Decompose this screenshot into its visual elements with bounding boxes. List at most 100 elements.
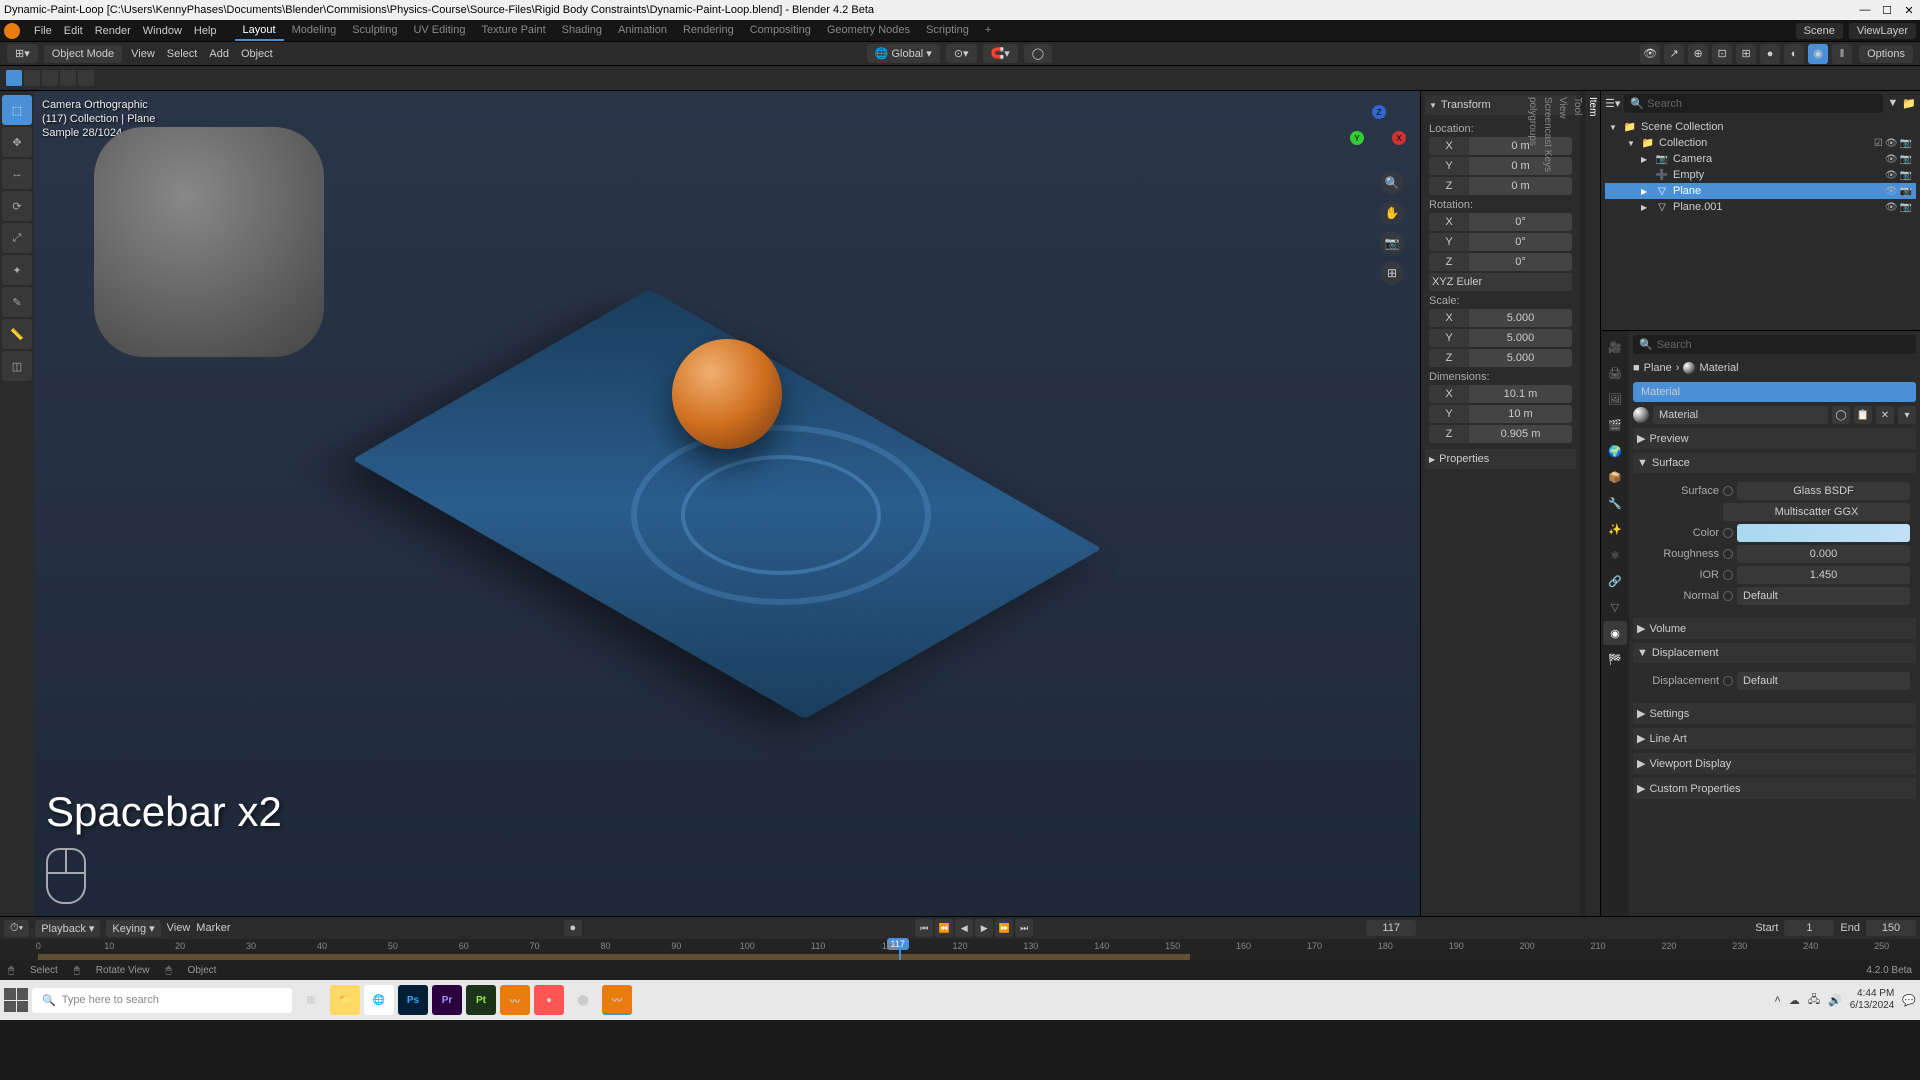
select-mode-invert[interactable] [60, 70, 76, 86]
outliner-display-mode[interactable]: ☰▾ [1605, 97, 1620, 110]
tree-scene-collection[interactable]: ▼📁Scene Collection [1605, 119, 1916, 135]
npanel-tab-screencast[interactable]: Screencast Keys [1540, 91, 1555, 916]
gizmo-toggle[interactable]: ↗ [1664, 44, 1684, 64]
proptab-material[interactable]: ◉ [1603, 621, 1627, 645]
tray-onedrive-icon[interactable]: ☁ [1789, 994, 1800, 1007]
material-unlink-button[interactable]: ✕ [1876, 406, 1894, 424]
app-icon[interactable]: ● [534, 985, 564, 1015]
play-reverse[interactable]: ◀ [955, 919, 973, 937]
header-menu-select[interactable]: Select [161, 48, 204, 60]
blender-active-icon[interactable]: 〰 [602, 985, 632, 1015]
workspace-tab-scripting[interactable]: Scripting [918, 21, 977, 41]
ior-socket[interactable] [1723, 570, 1733, 580]
camera-icon[interactable]: 📷 [1900, 186, 1912, 197]
camera-icon[interactable]: 📷 [1900, 154, 1912, 165]
header-menu-view[interactable]: View [125, 48, 161, 60]
header-menu-object[interactable]: Object [235, 48, 279, 60]
proptab-world[interactable]: 🌍 [1603, 439, 1627, 463]
workspace-tab-add[interactable]: + [977, 21, 999, 41]
distribution-dropdown[interactable]: Multiscatter GGX [1723, 503, 1910, 521]
proptab-output[interactable]: 🖨 [1603, 361, 1627, 385]
scene-selector[interactable]: Scene [1796, 23, 1843, 39]
workspace-tab-rendering[interactable]: Rendering [675, 21, 742, 41]
mode-selector[interactable]: Object Mode [44, 45, 122, 63]
tool-cursor[interactable]: ✥ [2, 127, 32, 157]
3d-viewport[interactable]: Camera Orthographic (117) Collection | P… [34, 91, 1420, 916]
playhead[interactable]: 117 [899, 939, 901, 960]
pause-render[interactable]: ‖ [1832, 44, 1852, 64]
material-slot[interactable]: Material [1633, 382, 1916, 402]
custom-properties-section-header[interactable]: ▶Custom Properties [1633, 778, 1916, 799]
menu-help[interactable]: Help [188, 25, 223, 37]
gizmo-z-axis[interactable]: Z [1372, 105, 1386, 119]
pivot-point[interactable]: ⊙▾ [946, 44, 977, 63]
displacement-section-header[interactable]: ▼Displacement [1633, 643, 1916, 663]
tree-plane[interactable]: ▶▽Plane👁📷 [1605, 183, 1916, 199]
select-mode-extend[interactable] [24, 70, 40, 86]
substance-painter-icon[interactable]: Pt [466, 985, 496, 1015]
volume-section-header[interactable]: ▶Volume [1633, 618, 1916, 639]
properties-search[interactable]: 🔍 Search [1633, 335, 1916, 354]
select-mode-subtract[interactable] [42, 70, 58, 86]
proptab-texture[interactable]: 🏁 [1603, 647, 1627, 671]
menu-edit[interactable]: Edit [58, 25, 89, 37]
proptab-constraints[interactable]: 🔗 [1603, 569, 1627, 593]
outliner-filter[interactable]: ▼ [1887, 97, 1898, 109]
shading-rendered[interactable]: ◉ [1808, 44, 1828, 64]
minimize-button[interactable]: — [1858, 4, 1872, 17]
close-button[interactable]: ✕ [1902, 4, 1916, 17]
eye-icon[interactable]: 👁 [1885, 186, 1898, 197]
surface-socket[interactable] [1723, 486, 1733, 496]
color-swatch[interactable] [1737, 524, 1910, 542]
proptab-object[interactable]: 📦 [1603, 465, 1627, 489]
proptab-physics[interactable]: ⚛ [1603, 543, 1627, 567]
app-icon-2[interactable]: ⬤ [568, 985, 598, 1015]
timeline-keying[interactable]: Keying ▾ [106, 920, 160, 937]
blender-taskbar-icon[interactable]: 〰 [500, 985, 530, 1015]
menu-file[interactable]: File [28, 25, 58, 37]
shading-solid[interactable]: ● [1760, 44, 1780, 64]
end-frame-field[interactable]: 150 [1866, 920, 1916, 936]
proportional-editing[interactable]: ◯ [1024, 44, 1052, 63]
navigation-gizmo[interactable]: X Y Z [1348, 103, 1408, 163]
current-frame-field[interactable]: 117 [1366, 920, 1416, 936]
viewport-display-section-header[interactable]: ▶Viewport Display [1633, 753, 1916, 774]
header-menu-add[interactable]: Add [203, 48, 235, 60]
proptab-modifiers[interactable]: 🔧 [1603, 491, 1627, 515]
npanel-tab-view[interactable]: View [1555, 91, 1570, 916]
workspace-tab-uv-editing[interactable]: UV Editing [405, 21, 473, 41]
surface-section-header[interactable]: ▼Surface [1633, 453, 1916, 473]
eye-icon[interactable]: 👁 [1885, 154, 1898, 165]
tool-annotate[interactable]: ✎ [2, 287, 32, 317]
workspace-tab-layout[interactable]: Layout [235, 21, 284, 41]
workspace-tab-texture-paint[interactable]: Texture Paint [473, 21, 553, 41]
menu-window[interactable]: Window [137, 25, 188, 37]
proptab-data[interactable]: ▽ [1603, 595, 1627, 619]
tool-move[interactable]: ↔ [2, 159, 32, 189]
shading-wireframe[interactable]: ⊞ [1736, 44, 1756, 64]
proptab-particles[interactable]: ✨ [1603, 517, 1627, 541]
material-preview-icon[interactable] [1633, 407, 1649, 423]
tool-rotate[interactable]: ⟳ [2, 191, 32, 221]
displacement-socket[interactable] [1723, 676, 1733, 686]
pan-icon[interactable]: ✋ [1380, 201, 1404, 225]
preview-section-header[interactable]: ▶Preview [1633, 428, 1916, 449]
visibility-toggle[interactable]: 👁 [1640, 44, 1660, 64]
breadcrumb-object[interactable]: Plane [1644, 362, 1672, 374]
transform-orientation[interactable]: 🌐 Global ▾ [867, 44, 940, 63]
explorer-icon[interactable]: 📁 [330, 985, 360, 1015]
workspace-tab-sculpting[interactable]: Sculpting [344, 21, 405, 41]
tray-volume-icon[interactable]: 🔊 [1828, 994, 1842, 1007]
breadcrumb-material[interactable]: Material [1699, 362, 1738, 374]
outliner-new-collection[interactable]: 📁 [1902, 97, 1916, 110]
roughness-value[interactable]: 0.000 [1737, 545, 1910, 563]
options-dropdown[interactable]: Options [1859, 45, 1913, 63]
timeline-ruler[interactable]: 117 010203040506070809010011011712013014… [0, 939, 1920, 960]
play-forward[interactable]: ▶ [975, 919, 993, 937]
camera-icon[interactable]: 📷 [1900, 138, 1912, 149]
taskview-icon[interactable]: ⊞ [296, 985, 326, 1015]
jump-to-start[interactable]: ⏮ [915, 919, 933, 937]
settings-section-header[interactable]: ▶Settings [1633, 703, 1916, 724]
normal-value[interactable]: Default [1737, 587, 1910, 605]
proptab-render[interactable]: 🎥 [1603, 335, 1627, 359]
